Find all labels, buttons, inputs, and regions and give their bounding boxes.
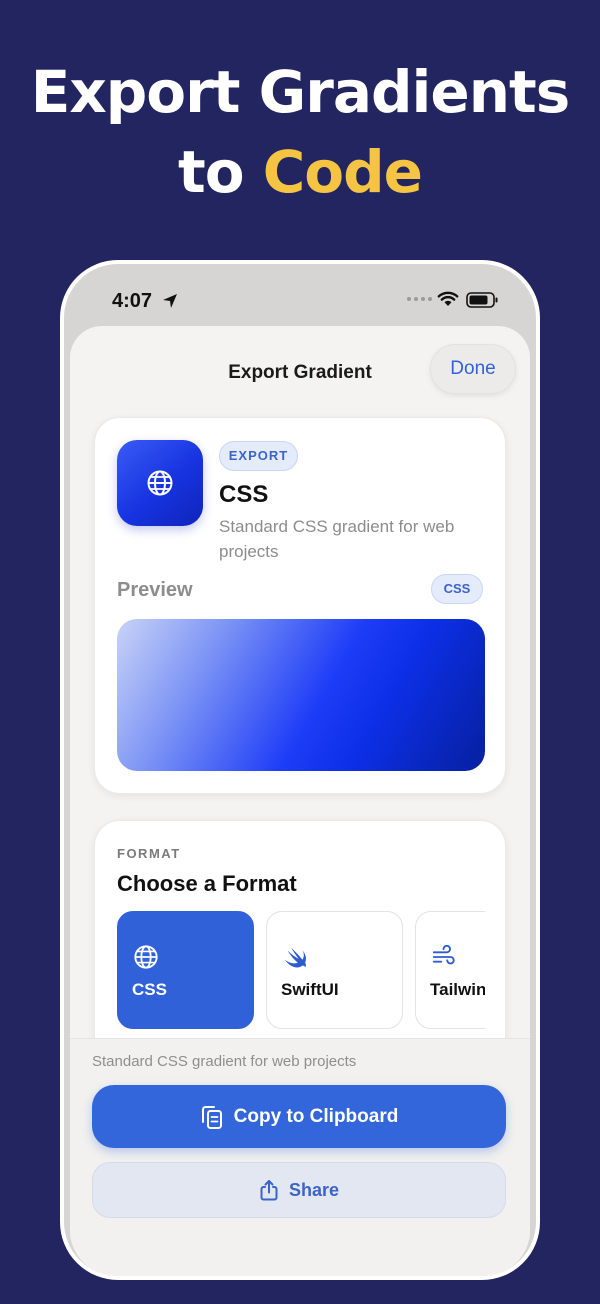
copy-documents-icon bbox=[201, 1105, 222, 1129]
share-icon bbox=[260, 1180, 278, 1201]
format-card: FORMAT Choose a Format CSS SwiftUI Tailw… bbox=[94, 820, 506, 1070]
bottom-description: Standard CSS gradient for web projects bbox=[92, 1053, 357, 1070]
format-options-scroller[interactable]: CSS SwiftUI Tailwin bbox=[117, 911, 485, 1041]
gradient-preview bbox=[117, 619, 485, 771]
headline-line-1: Export Gradients bbox=[30, 58, 571, 126]
headline-accent: Code bbox=[262, 138, 423, 206]
copy-to-clipboard-button[interactable]: Copy to Clipboard bbox=[92, 1085, 506, 1148]
done-button[interactable]: Done bbox=[430, 344, 516, 394]
export-badge: EXPORT bbox=[219, 441, 298, 471]
format-section-label: FORMAT bbox=[117, 846, 181, 861]
headline: Export Gradients to Code bbox=[0, 52, 600, 212]
wind-icon bbox=[432, 944, 455, 965]
share-button-label: Share bbox=[288, 1179, 340, 1200]
preview-label: Preview bbox=[117, 579, 193, 601]
format-option-swiftui[interactable]: SwiftUI bbox=[266, 911, 403, 1029]
preview-format-badge: CSS bbox=[431, 574, 483, 604]
location-arrow-icon bbox=[163, 294, 177, 308]
copy-button-label: Copy to Clipboard bbox=[233, 1105, 399, 1127]
format-section-title: Choose a Format bbox=[117, 871, 297, 896]
battery-icon bbox=[466, 292, 498, 308]
share-button[interactable]: Share bbox=[92, 1162, 506, 1218]
bottom-action-bar: Standard CSS gradient for web projects C… bbox=[70, 1038, 530, 1276]
phone-frame: 4:07 Export Gradient Done EXPORT CSS Sta… bbox=[60, 260, 540, 1280]
format-title: CSS bbox=[219, 481, 269, 508]
format-option-label: SwiftUI bbox=[281, 980, 339, 999]
copy-button-content: Copy to Clipboard bbox=[92, 1085, 506, 1148]
swift-icon bbox=[284, 947, 306, 968]
headline-line-2: to Code bbox=[0, 132, 600, 212]
format-option-tailwind[interactable]: Tailwin bbox=[415, 911, 485, 1029]
format-option-label: Tailwin bbox=[430, 980, 485, 999]
globe-icon bbox=[134, 945, 158, 969]
format-app-icon bbox=[117, 440, 203, 526]
format-option-css[interactable]: CSS bbox=[117, 911, 254, 1029]
status-time: 4:07 bbox=[112, 290, 153, 312]
globe-icon bbox=[147, 470, 173, 496]
format-description: Standard CSS gradient for web projects bbox=[219, 517, 455, 561]
signal-dots-icon bbox=[407, 297, 432, 301]
status-bar: 4:07 bbox=[64, 264, 536, 334]
export-sheet: Export Gradient Done EXPORT CSS Standard… bbox=[70, 326, 530, 1276]
format-option-label: CSS bbox=[132, 980, 167, 999]
export-card: EXPORT CSS Standard CSS gradient for web… bbox=[94, 417, 506, 794]
share-button-content: Share bbox=[93, 1163, 505, 1217]
wifi-icon bbox=[437, 291, 459, 306]
headline-plain: to bbox=[177, 138, 263, 206]
